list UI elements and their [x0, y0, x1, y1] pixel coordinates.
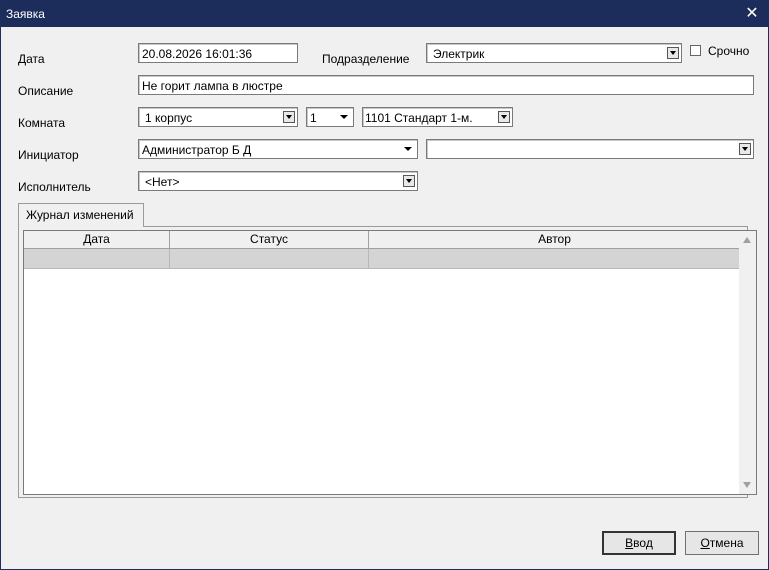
dropdown-arrow-icon[interactable] — [739, 143, 751, 155]
cancel-hotkey: О — [700, 536, 710, 550]
ok-button[interactable]: Ввод — [602, 531, 676, 555]
dropdown-arrow-icon[interactable] — [337, 110, 351, 124]
title-bar: Заявка ✕ — [1, 1, 768, 27]
table-cell[interactable] — [170, 249, 369, 269]
vertical-scrollbar[interactable] — [739, 231, 756, 494]
department-value: Электрик — [433, 47, 485, 61]
scroll-up-icon[interactable] — [743, 237, 751, 243]
table-cell[interactable] — [24, 249, 170, 269]
tab-change-log[interactable]: Журнал изменений — [18, 203, 144, 227]
table-cell[interactable] — [369, 249, 741, 269]
building-select[interactable]: 1 корпус — [138, 107, 298, 127]
close-icon[interactable]: ✕ — [742, 4, 762, 24]
executor-select[interactable]: <Нет> — [138, 171, 418, 191]
description-field[interactable]: Не горит лампа в люстре — [138, 75, 754, 95]
dropdown-arrow-icon[interactable] — [667, 47, 679, 59]
floor-select[interactable]: 1 — [306, 107, 354, 127]
dropdown-arrow-icon[interactable] — [283, 111, 295, 123]
floor-value: 1 — [310, 111, 317, 125]
cancel-label: тмена — [709, 536, 744, 550]
column-header-status[interactable]: Статус — [170, 231, 369, 249]
date-field[interactable]: 20.08.2026 16:01:36 — [138, 43, 298, 63]
description-value: Не горит лампа в люстре — [142, 79, 283, 93]
executor-label: Исполнитель — [18, 180, 91, 194]
request-dialog: Заявка ✕ Дата 20.08.2026 16:01:36 Подраз… — [0, 0, 769, 570]
window-title: Заявка — [6, 7, 45, 21]
tab-label: Журнал изменений — [26, 208, 134, 222]
ok-hotkey: В — [625, 536, 634, 550]
initiator-select[interactable]: Администратор Б Д — [138, 139, 418, 159]
department-select[interactable]: Электрик — [426, 43, 682, 63]
dropdown-arrow-icon[interactable] — [403, 175, 415, 187]
date-label: Дата — [18, 52, 45, 66]
description-label: Описание — [18, 84, 74, 98]
column-header-date[interactable]: Дата — [24, 231, 170, 249]
urgent-label: Срочно — [708, 44, 750, 58]
initiator-label: Инициатор — [18, 148, 79, 162]
department-label: Подразделение — [322, 52, 410, 66]
history-table[interactable]: Дата Статус Автор — [23, 230, 757, 495]
executor-value: <Нет> — [145, 175, 180, 189]
date-value: 20.08.2026 16:01:36 — [142, 47, 253, 61]
room-label: Комната — [18, 116, 65, 130]
scroll-down-icon[interactable] — [743, 482, 751, 488]
initiator-extra-select[interactable] — [426, 139, 754, 159]
column-header-author[interactable]: Автор — [369, 231, 741, 249]
room-value: 1101 Стандарт 1-м. — [365, 111, 473, 125]
building-value: 1 корпус — [145, 111, 193, 125]
urgent-checkbox[interactable] — [690, 45, 701, 56]
dropdown-arrow-icon[interactable] — [401, 142, 415, 156]
initiator-value: Администратор Б Д — [142, 143, 252, 157]
ok-label: вод — [633, 536, 653, 550]
dropdown-arrow-icon[interactable] — [498, 111, 510, 123]
cancel-button[interactable]: Отмена — [685, 531, 759, 555]
room-select[interactable]: 1101 Стандарт 1-м. — [362, 107, 513, 127]
